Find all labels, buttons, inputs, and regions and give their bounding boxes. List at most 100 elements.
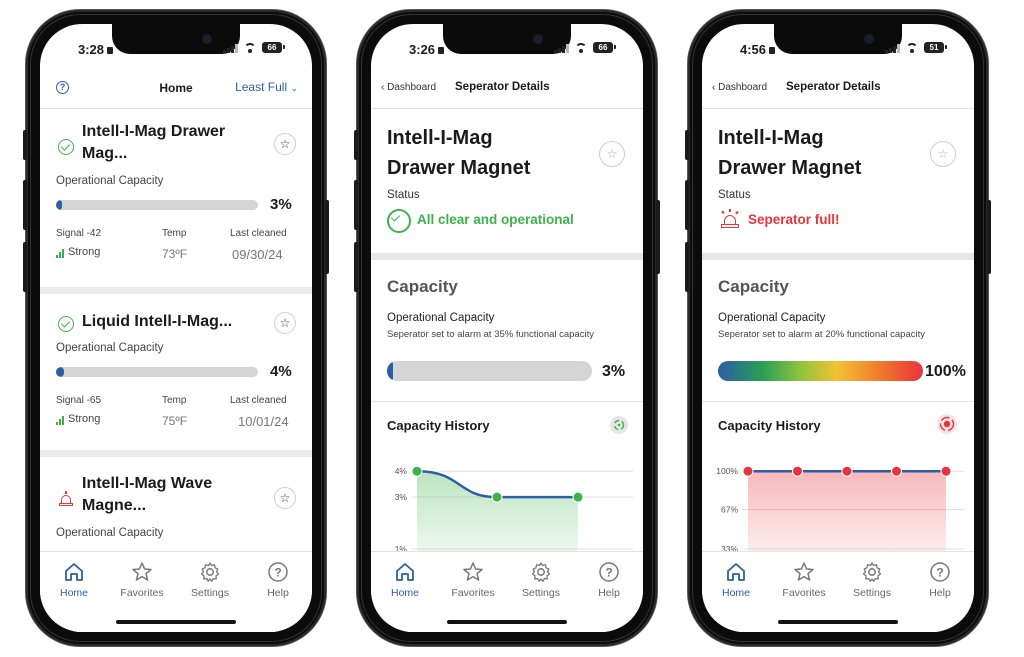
capacity-bar — [56, 200, 258, 210]
details-header: ‹ Dashboard Seperator Details — [702, 68, 974, 109]
volume-up-button — [23, 180, 27, 230]
data-point[interactable] — [792, 465, 803, 477]
volume-up-button — [685, 180, 689, 230]
home-indicator[interactable] — [447, 620, 567, 624]
capacity-label: Operational Capacity — [56, 175, 164, 187]
tab-help[interactable]: ? Help — [575, 560, 643, 599]
star-icon — [461, 560, 485, 584]
favorite-star-button[interactable]: ☆ — [274, 312, 296, 334]
status-message: Seperator full! — [748, 212, 840, 227]
notch — [774, 24, 902, 54]
signal-bars-icon — [56, 249, 64, 258]
favorite-star-button[interactable]: ☆ — [274, 133, 296, 155]
star-icon: ☆ — [937, 147, 949, 161]
back-button[interactable]: ‹ Dashboard — [712, 82, 767, 93]
svg-text:?: ? — [605, 566, 612, 580]
capacity-history-title: Capacity History — [387, 418, 490, 433]
cellular-signal-icon — [885, 43, 900, 53]
back-button[interactable]: ‹ Dashboard — [381, 82, 436, 93]
status-label: Status — [387, 189, 420, 201]
last-cleaned-label: Last cleaned — [230, 228, 287, 239]
clock: 3:28 — [78, 42, 114, 57]
tab-favorites[interactable]: Favorites — [439, 560, 507, 599]
data-point[interactable] — [841, 465, 853, 477]
tab-favorites[interactable]: Favorites — [108, 560, 176, 599]
y-tick-label: 100% — [716, 466, 738, 476]
data-point[interactable] — [940, 465, 952, 477]
tab-home[interactable]: Home — [371, 560, 439, 599]
notch — [112, 24, 240, 54]
capacity-history-title: Capacity History — [718, 418, 821, 433]
temp-value: 75ºF — [162, 414, 188, 428]
status-label: Status — [718, 189, 751, 201]
divider — [371, 253, 643, 260]
phone-frame-details-ok: 3:26 66 ‹ Dashboard Seperator Details In… — [354, 10, 660, 646]
signal-label: Signal -65 — [56, 395, 102, 406]
tab-settings[interactable]: Settings — [838, 560, 906, 599]
favorite-star-button[interactable]: ☆ — [599, 141, 625, 167]
signal-strength: Strong — [56, 246, 100, 258]
capacity-bar — [56, 367, 258, 377]
home-indicator[interactable] — [116, 620, 236, 624]
operational-capacity-label: Operational Capacity — [387, 312, 495, 324]
alert-indicator-icon[interactable] — [937, 414, 957, 434]
data-point[interactable] — [491, 491, 503, 503]
star-icon: ☆ — [279, 137, 291, 151]
tab-settings[interactable]: Settings — [176, 560, 244, 599]
sort-dropdown[interactable]: Least Full ⌄ — [235, 80, 298, 94]
data-point[interactable] — [742, 465, 754, 477]
favorite-star-button[interactable]: ☆ — [930, 141, 956, 167]
power-button — [325, 200, 329, 274]
card-title: Intell-I-Mag Drawer Mag... — [82, 123, 226, 162]
gear-icon — [860, 560, 884, 584]
tab-settings[interactable]: Settings — [507, 560, 575, 599]
area-fill — [417, 471, 578, 561]
tab-help[interactable]: ? Help — [244, 560, 312, 599]
battery-icon: 66 — [593, 42, 616, 53]
separator-card[interactable]: Intell-I-Mag Wave Magne... ☆ Operational … — [40, 457, 312, 557]
home-indicator[interactable] — [778, 620, 898, 624]
divider — [371, 401, 643, 402]
star-icon: ☆ — [279, 316, 291, 330]
data-point[interactable] — [572, 491, 584, 503]
capacity-label: Operational Capacity — [56, 342, 164, 354]
wifi-icon — [905, 42, 919, 53]
tab-home[interactable]: Home — [702, 560, 770, 599]
svg-text:?: ? — [274, 566, 281, 580]
signal-bars-icon — [56, 416, 64, 425]
mute-switch — [354, 130, 358, 160]
favorite-star-button[interactable]: ☆ — [274, 487, 296, 509]
chevron-down-icon: ⌄ — [290, 83, 298, 93]
capacity-section-title: Capacity — [718, 277, 789, 296]
screen-details-full: 4:56 51 ‹ Dashboard Seperator Details In… — [702, 24, 974, 632]
phone-frame-details-full: 4:56 51 ‹ Dashboard Seperator Details In… — [685, 10, 991, 646]
temp-label: Temp — [162, 228, 187, 239]
status-bar: 4:56 51 — [702, 24, 974, 68]
separator-name: Intell-I-Mag Drawer Magnet — [718, 127, 862, 179]
tab-favorites[interactable]: Favorites — [770, 560, 838, 599]
capacity-percent: 3% — [270, 196, 292, 213]
divider — [702, 253, 974, 260]
check-circle-icon — [58, 139, 74, 155]
capacity-bar — [718, 361, 923, 381]
alarm-icon — [58, 491, 74, 507]
battery-icon: 66 — [262, 42, 285, 53]
tab-home[interactable]: Home — [40, 560, 108, 599]
volume-up-button — [354, 180, 358, 230]
tab-help[interactable]: ? Help — [906, 560, 974, 599]
separator-name: Intell-I-Mag Drawer Magnet — [387, 127, 531, 179]
refresh-icon[interactable] — [610, 416, 628, 434]
separator-card[interactable]: Intell-I-Mag Drawer Mag... ☆ Operational … — [40, 109, 312, 287]
page-title: Seperator Details — [455, 81, 550, 93]
data-point[interactable] — [891, 465, 902, 477]
capacity-history-chart: 100%67%33% — [716, 465, 964, 561]
page-title: Seperator Details — [786, 81, 881, 93]
star-icon: ☆ — [279, 491, 291, 505]
capacity-label: Operational Capacity — [56, 527, 164, 539]
data-point[interactable] — [411, 465, 423, 477]
gear-icon — [198, 560, 222, 584]
alarm-threshold-note: Seperator set to alarm at 20% functional… — [718, 329, 926, 340]
clock: 4:56 — [740, 42, 776, 57]
capacity-section-title: Capacity — [387, 277, 458, 296]
separator-card[interactable]: Liquid Intell-I-Mag... ☆ Operational Cap… — [40, 294, 312, 450]
